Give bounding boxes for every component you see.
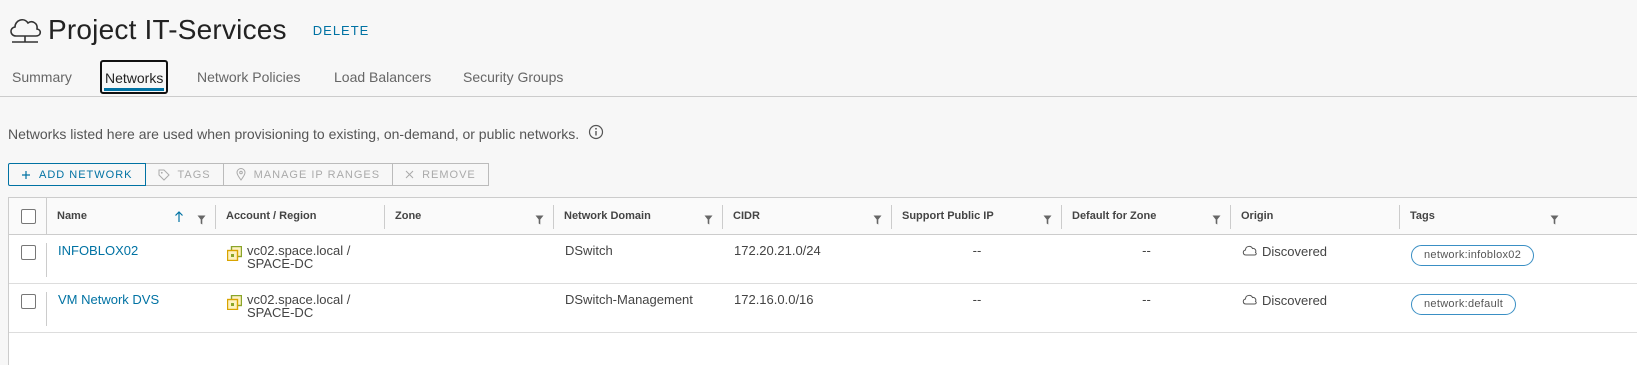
filter-icon[interactable] bbox=[1550, 212, 1559, 230]
add-network-label: ADD NETWORK bbox=[39, 168, 133, 181]
column-label: Tags bbox=[1410, 210, 1435, 222]
filter-icon[interactable] bbox=[197, 212, 206, 230]
close-icon bbox=[405, 170, 414, 179]
network-name-link[interactable]: VM Network DVS bbox=[58, 293, 159, 306]
origin-cell: Discovered bbox=[1242, 293, 1327, 307]
cloud-icon bbox=[1242, 244, 1262, 258]
table-row[interactable]: VM Network DVS vc02.space.local / SPACE-… bbox=[9, 284, 1637, 333]
tag-icon bbox=[158, 169, 170, 181]
plus-icon bbox=[21, 170, 31, 180]
column-divider bbox=[46, 292, 47, 326]
tag-badge[interactable]: network:default bbox=[1411, 294, 1517, 315]
add-network-button[interactable]: ADD NETWORK bbox=[8, 163, 146, 186]
sort-ascending-icon[interactable] bbox=[174, 210, 184, 228]
tab-load-balancers[interactable]: Load Balancers bbox=[334, 69, 431, 85]
column-header-default-for-zone[interactable]: Default for Zone bbox=[1062, 198, 1231, 235]
column-header-account-region[interactable]: Account / Region bbox=[216, 198, 385, 235]
account-region-cell: vc02.space.local / SPACE-DC bbox=[226, 293, 350, 320]
vcenter-icon bbox=[226, 244, 247, 263]
region-name: SPACE-DC bbox=[247, 256, 314, 271]
origin-cell: Discovered bbox=[1242, 244, 1327, 258]
column-label: Default for Zone bbox=[1072, 210, 1157, 222]
column-header-name[interactable]: Name bbox=[47, 198, 216, 235]
remove-label: REMOVE bbox=[422, 168, 476, 181]
tab-summary[interactable]: Summary bbox=[12, 69, 72, 85]
tab-networks[interactable]: Networks bbox=[100, 60, 169, 94]
networks-table: Name Account / Region Zone Network Domai… bbox=[8, 197, 1637, 365]
column-label: Origin bbox=[1241, 210, 1274, 222]
column-header-zone[interactable]: Zone bbox=[385, 198, 554, 235]
vcenter-icon bbox=[226, 293, 247, 312]
network-domain-cell: DSwitch-Management bbox=[565, 292, 693, 307]
remove-button[interactable]: REMOVE bbox=[393, 163, 489, 186]
column-label: Support Public IP bbox=[902, 210, 994, 222]
column-label: CIDR bbox=[733, 210, 760, 222]
manage-ip-ranges-label: MANAGE IP RANGES bbox=[253, 168, 381, 181]
column-label: Network Domain bbox=[564, 210, 651, 222]
page-header: Project IT-Services DELETE bbox=[8, 10, 369, 50]
column-label: Account / Region bbox=[226, 210, 317, 222]
tab-security-groups[interactable]: Security Groups bbox=[463, 69, 563, 85]
column-divider bbox=[46, 243, 47, 277]
default-for-zone-cell: -- bbox=[1142, 292, 1151, 307]
filter-icon[interactable] bbox=[1212, 212, 1221, 230]
info-icon[interactable] bbox=[579, 124, 604, 143]
cidr-cell: 172.16.0.0/16 bbox=[734, 292, 814, 307]
filter-icon[interactable] bbox=[704, 212, 713, 230]
tags-button[interactable]: TAGS bbox=[145, 163, 224, 186]
row-checkbox[interactable] bbox=[21, 294, 36, 309]
description: Networks listed here are used when provi… bbox=[8, 124, 604, 143]
default-for-zone-cell: -- bbox=[1142, 243, 1151, 258]
table-row[interactable]: INFOBLOX02 vc02.space.local / SPACE-DC D… bbox=[9, 235, 1637, 284]
region-name: SPACE-DC bbox=[247, 305, 314, 320]
filter-icon[interactable] bbox=[1043, 212, 1052, 230]
column-header-cidr[interactable]: CIDR bbox=[723, 198, 892, 235]
filter-icon[interactable] bbox=[873, 212, 882, 230]
cloud-icon bbox=[8, 14, 42, 46]
description-text: Networks listed here are used when provi… bbox=[8, 125, 580, 142]
tab-bar: Summary Networks Network Policies Load B… bbox=[0, 60, 1637, 97]
support-public-ip-cell: -- bbox=[972, 292, 982, 307]
column-header-origin[interactable]: Origin bbox=[1231, 198, 1400, 235]
page-title: Project IT-Services bbox=[48, 14, 287, 45]
tags-label: TAGS bbox=[177, 168, 211, 181]
column-header-tags[interactable]: Tags bbox=[1400, 198, 1569, 235]
column-label: Name bbox=[57, 210, 87, 222]
tab-network-policies[interactable]: Network Policies bbox=[197, 69, 300, 85]
filter-icon[interactable] bbox=[535, 212, 544, 230]
origin-label: Discovered bbox=[1262, 292, 1328, 308]
map-pin-icon bbox=[236, 168, 246, 181]
cidr-cell: 172.20.21.0/24 bbox=[734, 243, 821, 258]
column-header-network-domain[interactable]: Network Domain bbox=[554, 198, 723, 235]
account-region-cell: vc02.space.local / SPACE-DC bbox=[226, 244, 350, 271]
column-header-support-public-ip[interactable]: Support Public IP bbox=[892, 198, 1062, 235]
origin-label: Discovered bbox=[1262, 243, 1328, 259]
row-checkbox[interactable] bbox=[21, 245, 36, 260]
support-public-ip-cell: -- bbox=[972, 243, 982, 258]
cloud-icon bbox=[1242, 293, 1262, 307]
action-bar: ADD NETWORK TAGS MANAGE IP RANGES REMOVE bbox=[8, 163, 489, 186]
delete-button[interactable]: DELETE bbox=[313, 23, 370, 38]
network-domain-cell: DSwitch bbox=[565, 243, 613, 258]
column-label: Zone bbox=[395, 210, 422, 222]
tag-badge[interactable]: network:infoblox02 bbox=[1411, 245, 1535, 266]
manage-ip-ranges-button[interactable]: MANAGE IP RANGES bbox=[223, 163, 394, 186]
table-header: Name Account / Region Zone Network Domai… bbox=[9, 198, 1637, 235]
network-name-link[interactable]: INFOBLOX02 bbox=[58, 244, 138, 257]
select-all-checkbox[interactable] bbox=[21, 209, 36, 224]
